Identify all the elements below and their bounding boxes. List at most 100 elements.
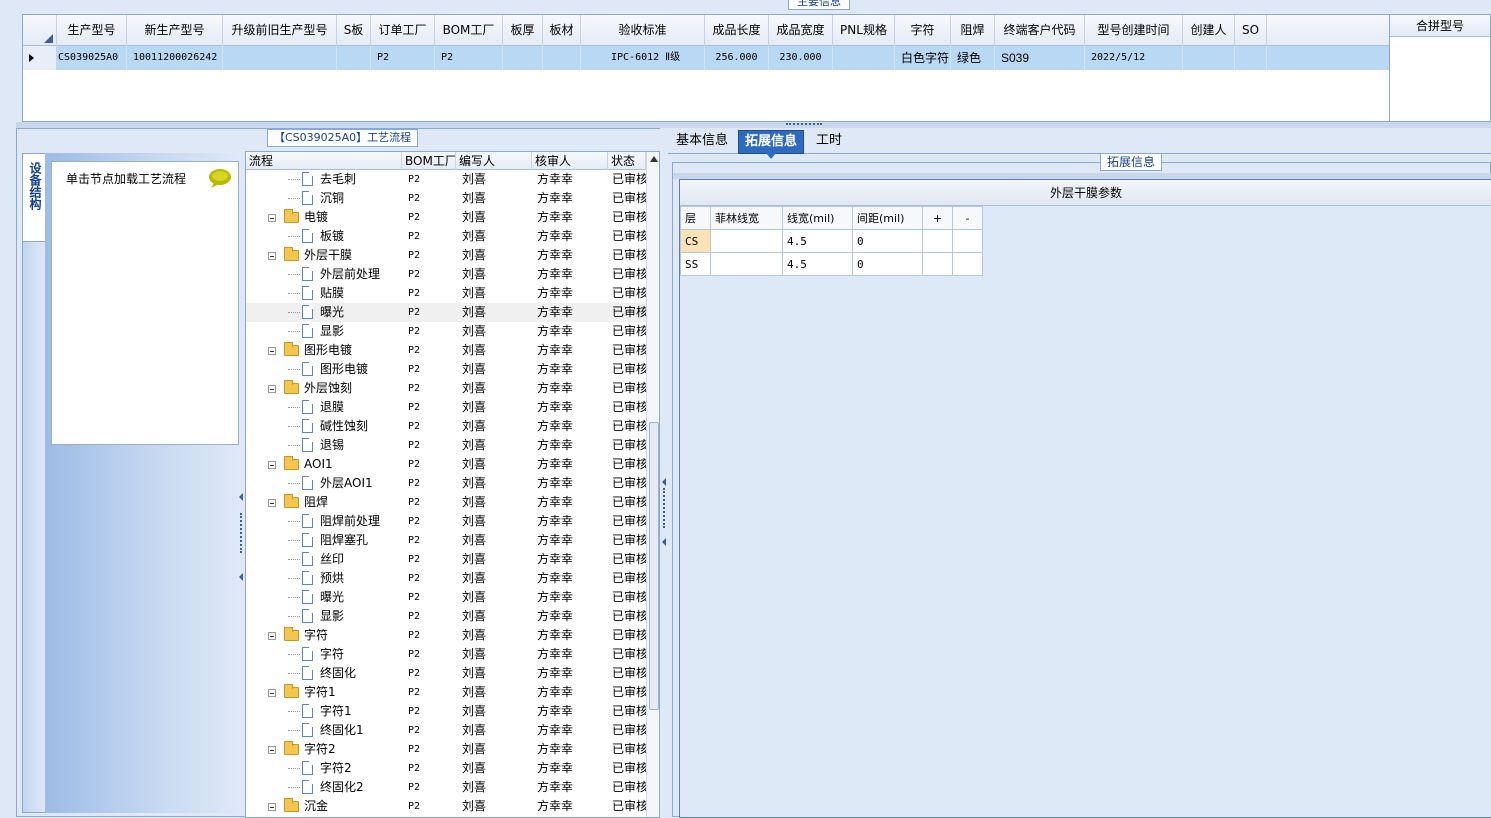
tree-row[interactable]: 去毛刺 P2 刘喜 方幸幸 已审核 [246, 170, 646, 189]
collapse-icon[interactable] [268, 214, 276, 222]
process-tree-list[interactable]: 流程 BOM工厂 编写人 核审人 状态 去毛刺 P2 刘喜 方幸幸 已审核 沉铜 P2 刘喜 方幸幸 已审… [245, 151, 660, 818]
column-header[interactable]: 验收标准 [581, 15, 705, 46]
tree-row[interactable]: 字符1 P2 刘喜 方幸幸 已审核 [246, 702, 646, 721]
tab-extension-info[interactable]: 拓展信息 [738, 130, 805, 159]
tree-row[interactable]: 终固化 P2 刘喜 方幸幸 已审核 [246, 664, 646, 683]
column-header[interactable]: 终端客户代码 [995, 15, 1085, 46]
tab-basic-info[interactable]: 基本信息 [670, 130, 734, 154]
column-header[interactable]: 订单工厂 [371, 15, 435, 46]
tree-row[interactable]: 预烘 P2 刘喜 方幸幸 已审核 [246, 569, 646, 588]
tree-row[interactable]: 图形电镀 P2 刘喜 方幸幸 已审核 [246, 341, 646, 360]
tree-row[interactable]: 退锡 P2 刘喜 方幸幸 已审核 [246, 436, 646, 455]
param-row[interactable]: SS 4.5 0 [680, 252, 983, 276]
column-header[interactable]: SO [1235, 15, 1267, 46]
tree-row[interactable]: 显影 P2 刘喜 方幸幸 已审核 [246, 322, 646, 341]
param-cell[interactable]: 4.5 [782, 229, 853, 253]
tree-row[interactable]: 图形电镀 P2 刘喜 方幸幸 已审核 [246, 360, 646, 379]
column-header[interactable]: 成品宽度 [769, 15, 833, 46]
column-header[interactable]: 升级前旧生产型号 [223, 15, 337, 46]
tree-row[interactable]: 贴膜 P2 刘喜 方幸幸 已审核 [246, 284, 646, 303]
param-column-header[interactable]: - [952, 206, 983, 230]
tree-row[interactable]: 曝光 P2 刘喜 方幸幸 已审核 [246, 588, 646, 607]
collapse-icon[interactable] [268, 746, 276, 754]
column-header[interactable]: 创建人 [1183, 15, 1235, 46]
tree-column-header[interactable]: BOM工厂 [402, 152, 456, 170]
column-header[interactable]: 新生产型号 [127, 15, 223, 46]
param-cell[interactable]: 0 [852, 229, 923, 253]
column-header[interactable]: 字符 [895, 15, 951, 46]
param-column-header[interactable]: + [922, 206, 953, 230]
device-tree-box[interactable]: 单击节点加载工艺流程 [51, 161, 239, 445]
select-all-corner[interactable] [23, 15, 57, 46]
tree-column-header[interactable]: 核审人 [532, 152, 608, 170]
param-cell[interactable] [710, 252, 783, 276]
collapse-icon[interactable] [268, 803, 276, 811]
scroll-up-icon[interactable] [650, 156, 658, 162]
tree-row[interactable]: 板镀 P2 刘喜 方幸幸 已审核 [246, 227, 646, 246]
collapse-icon[interactable] [268, 499, 276, 507]
collapse-icon[interactable] [268, 632, 276, 640]
tree-row[interactable]: 阻焊 P2 刘喜 方幸幸 已审核 [246, 493, 646, 512]
tree-row[interactable]: 显影 P2 刘喜 方幸幸 已审核 [246, 607, 646, 626]
tree-row[interactable]: 字符 P2 刘喜 方幸幸 已审核 [246, 626, 646, 645]
column-header[interactable]: BOM工厂 [435, 15, 503, 46]
collapse-icon[interactable] [268, 347, 276, 355]
tree-row[interactable]: 退膜 P2 刘喜 方幸幸 已审核 [246, 398, 646, 417]
collapse-icon[interactable] [268, 385, 276, 393]
tree-row[interactable]: 字符2 P2 刘喜 方幸幸 已审核 [246, 759, 646, 778]
param-cell[interactable]: CS [680, 229, 711, 253]
tree-scrollbar[interactable] [646, 152, 659, 817]
tree-row[interactable]: 沉铜 P2 刘喜 方幸幸 已审核 [246, 189, 646, 208]
tree-row[interactable]: 曝光 P2 刘喜 方幸幸 已审核 [246, 303, 646, 322]
tree-row[interactable]: 外层前处理 P2 刘喜 方幸幸 已审核 [246, 265, 646, 284]
column-header[interactable]: 板厚 [503, 15, 543, 46]
column-header[interactable]: 成品长度 [705, 15, 769, 46]
tree-column-header[interactable]: 流程 [246, 152, 402, 170]
tab-work-hours[interactable]: 工时 [810, 130, 848, 154]
collapse-icon[interactable] [268, 252, 276, 260]
column-header[interactable]: 阻焊 [951, 15, 995, 46]
tree-row[interactable]: 外层AOI1 P2 刘喜 方幸幸 已审核 [246, 474, 646, 493]
tree-row[interactable]: 碱性蚀刻 P2 刘喜 方幸幸 已审核 [246, 417, 646, 436]
tree-row[interactable]: 字符1 P2 刘喜 方幸幸 已审核 [246, 683, 646, 702]
tree-row[interactable]: 终固化1 P2 刘喜 方幸幸 已审核 [246, 721, 646, 740]
param-row[interactable]: CS 4.5 0 [680, 229, 983, 253]
document-icon [302, 761, 313, 775]
tree-column-header[interactable]: 编写人 [456, 152, 532, 170]
column-header[interactable]: S板 [337, 15, 371, 46]
table-row[interactable]: CS039025A0 10011200026242 P2 P2 IPC-6012 Ⅱ级 2… [23, 46, 1391, 70]
right-vertical-splitter[interactable] [660, 128, 668, 817]
column-header[interactable]: 生产型号 [57, 15, 127, 46]
tree-row[interactable]: 阻焊前处理 P2 刘喜 方幸幸 已审核 [246, 512, 646, 531]
param-cell[interactable] [922, 252, 953, 276]
tree-row[interactable]: 外层蚀刻 P2 刘喜 方幸幸 已审核 [246, 379, 646, 398]
param-cell[interactable] [952, 229, 983, 253]
param-cell[interactable]: SS [680, 252, 711, 276]
tree-row[interactable]: 外层干膜 P2 刘喜 方幸幸 已审核 [246, 246, 646, 265]
tree-row[interactable]: 阻焊塞孔 P2 刘喜 方幸幸 已审核 [246, 531, 646, 550]
collapse-icon[interactable] [268, 461, 276, 469]
param-cell[interactable]: 0 [852, 252, 923, 276]
merge-model-panel[interactable]: 合拼型号 [1389, 14, 1491, 122]
tree-row[interactable]: AOI1 P2 刘喜 方幸幸 已审核 [246, 455, 646, 474]
param-cell[interactable] [952, 252, 983, 276]
collapse-icon[interactable] [268, 689, 276, 697]
tree-column-header[interactable]: 状态 [608, 152, 646, 170]
tree-row[interactable]: 字符2 P2 刘喜 方幸幸 已审核 [246, 740, 646, 759]
tab-device-structure[interactable]: 设备结构 [23, 154, 47, 242]
param-cell[interactable]: 4.5 [782, 252, 853, 276]
param-table[interactable]: 层菲林线宽 线宽(mil) 间距(mil) + - CS 4.5 0 SS 4.5 0 [680, 206, 983, 276]
folder-icon [284, 627, 299, 641]
main-info-grid[interactable]: 生产型号 新生产型号 升级前旧生产型号 S板 订单工厂 BOM工厂 板厚 板材 验收标准 成品长度… [22, 14, 1391, 122]
tree-row[interactable]: 电镀 P2 刘喜 方幸幸 已审核 [246, 208, 646, 227]
param-cell[interactable] [710, 229, 783, 253]
column-header[interactable]: PNL规格 [833, 15, 895, 46]
tree-row[interactable]: 字符 P2 刘喜 方幸幸 已审核 [246, 645, 646, 664]
scroll-thumb[interactable] [649, 422, 659, 710]
column-header[interactable]: 型号创建时间 [1085, 15, 1183, 46]
tree-row[interactable]: 丝印 P2 刘喜 方幸幸 已审核 [246, 550, 646, 569]
column-header[interactable]: 板材 [543, 15, 581, 46]
tree-row[interactable]: 终固化2 P2 刘喜 方幸幸 已审核 [246, 778, 646, 797]
tree-row[interactable]: 沉金 P2 刘喜 方幸幸 已审核 [246, 797, 646, 816]
param-cell[interactable] [922, 229, 953, 253]
